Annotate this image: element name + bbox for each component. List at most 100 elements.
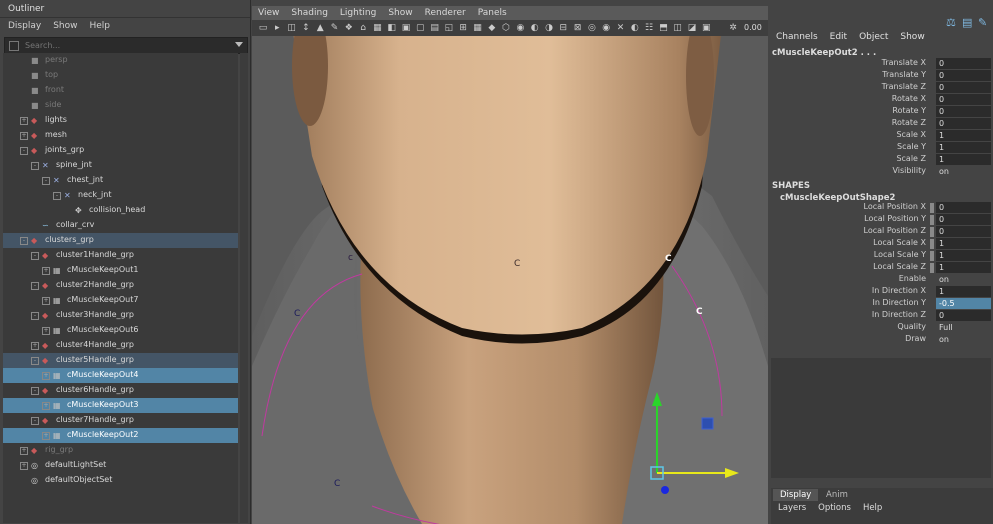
- outliner-item[interactable]: ■ front: [3, 83, 238, 98]
- outliner-menu-help[interactable]: Help: [89, 21, 110, 31]
- attribute-value-field[interactable]: -0.5: [936, 298, 991, 309]
- channels-menu[interactable]: Channels: [776, 32, 818, 42]
- viewport-tool-icon[interactable]: ▦: [473, 23, 483, 33]
- outliner-item[interactable]: - ◆ clusters_grp: [3, 233, 238, 248]
- expand-icon[interactable]: +: [42, 327, 50, 335]
- outliner-menu-show[interactable]: Show: [53, 21, 77, 31]
- outliner-item[interactable]: + ▦ cMuscleKeepOut3: [3, 398, 238, 413]
- viewport-tool-icon[interactable]: ▣: [401, 23, 411, 33]
- collapse-icon[interactable]: -: [31, 417, 39, 425]
- viewport-tool-icon[interactable]: ⊟: [558, 23, 568, 33]
- outliner-item[interactable]: + ◆ cluster4Handle_grp: [3, 338, 238, 353]
- attribute-value-field[interactable]: 0: [936, 106, 991, 117]
- help-menu[interactable]: Help: [863, 503, 882, 513]
- viewport-tool-icon[interactable]: ◧: [387, 23, 397, 33]
- attribute-row[interactable]: Rotate Z 0: [770, 118, 991, 130]
- viewport-menu-renderer[interactable]: Renderer: [425, 8, 466, 18]
- outliner-item[interactable]: + ◎ defaultLightSet: [3, 458, 238, 473]
- attribute-row[interactable]: Quality Full: [770, 322, 990, 334]
- drag-grip-icon[interactable]: [9, 41, 19, 51]
- attribute-value-field[interactable]: 0: [936, 94, 991, 105]
- outliner-item[interactable]: - ◆ cluster5Handle_grp: [3, 353, 238, 368]
- viewport-menu-show[interactable]: Show: [388, 8, 412, 18]
- viewport-tool-icon[interactable]: ◐: [530, 23, 540, 33]
- options-menu[interactable]: Options: [818, 503, 851, 513]
- expand-icon[interactable]: +: [20, 447, 28, 455]
- expand-icon[interactable]: +: [42, 267, 50, 275]
- outliner-item[interactable]: + ▦ cMuscleKeepOut2: [3, 428, 238, 443]
- attribute-value-field[interactable]: 0: [936, 70, 991, 81]
- attribute-row[interactable]: Local Position X 0: [770, 202, 991, 214]
- attribute-value-field[interactable]: 1: [936, 142, 991, 153]
- attribute-value-field[interactable]: 0: [936, 82, 991, 93]
- outliner-item[interactable]: + ◆ mesh: [3, 128, 238, 143]
- viewport-tool-icon[interactable]: ◱: [444, 23, 454, 33]
- collapse-icon[interactable]: -: [31, 357, 39, 365]
- viewport-tool-icon[interactable]: ▣: [701, 23, 711, 33]
- tool-settings-icon[interactable]: ✎: [978, 16, 987, 29]
- outliner-item[interactable]: - ✕ neck_jnt: [3, 188, 238, 203]
- viewport-tool-icon[interactable]: ⬒: [658, 23, 668, 33]
- attribute-value-field[interactable]: 0: [936, 214, 991, 225]
- viewport-tool-icon[interactable]: ◑: [544, 23, 554, 33]
- collapse-icon[interactable]: -: [53, 192, 61, 200]
- outliner-item[interactable]: - ◆ cluster3Handle_grp: [3, 308, 238, 323]
- outliner-item[interactable]: - ◆ cluster6Handle_grp: [3, 383, 238, 398]
- attribute-row[interactable]: Rotate X 0: [770, 94, 991, 106]
- attribute-value-field[interactable]: 0: [936, 118, 991, 129]
- attribute-row[interactable]: Draw on: [770, 334, 990, 346]
- viewport-tool-icon[interactable]: ↕: [301, 23, 311, 33]
- outliner-item[interactable]: - ◆ cluster2Handle_grp: [3, 278, 238, 293]
- attribute-value-field[interactable]: 0: [936, 226, 991, 237]
- outliner-item[interactable]: + ▦ cMuscleKeepOut7: [3, 293, 238, 308]
- collapse-icon[interactable]: -: [31, 387, 39, 395]
- outliner-item[interactable]: - ◆ cluster7Handle_grp: [3, 413, 238, 428]
- viewport-menu-lighting[interactable]: Lighting: [340, 8, 376, 18]
- outliner-item[interactable]: + ▦ cMuscleKeepOut1: [3, 263, 238, 278]
- attribute-value-field[interactable]: 0: [936, 310, 991, 321]
- attribute-row[interactable]: Rotate Y 0: [770, 106, 991, 118]
- attribute-value-field[interactable]: Full: [936, 322, 991, 333]
- collapse-icon[interactable]: -: [20, 147, 28, 155]
- attribute-row[interactable]: Local Position Y 0: [770, 214, 991, 226]
- viewport-tool-icon[interactable]: ▢: [415, 23, 425, 33]
- viewport-tool-icon[interactable]: ▦: [372, 23, 382, 33]
- edit-menu[interactable]: Edit: [830, 32, 847, 42]
- viewport-tool-icon[interactable]: ▭: [258, 23, 268, 33]
- attribute-row[interactable]: In Direction X 1: [770, 286, 991, 298]
- viewport-tool-icon[interactable]: ⊞: [458, 23, 468, 33]
- collapse-icon[interactable]: -: [31, 162, 39, 170]
- channel-box-icon[interactable]: ⚖: [946, 16, 956, 29]
- object-menu[interactable]: Object: [859, 32, 888, 42]
- viewport-scene[interactable]: c C C C C C: [252, 36, 768, 524]
- collapse-icon[interactable]: -: [42, 177, 50, 185]
- attribute-row[interactable]: Visibility on: [770, 166, 990, 178]
- outliner-item[interactable]: ✥ collision_head: [3, 203, 238, 218]
- viewport-tool-icon[interactable]: ◫: [673, 23, 683, 33]
- attribute-row[interactable]: Local Position Z 0: [770, 226, 991, 238]
- attribute-row[interactable]: Local Scale Z 1: [770, 262, 991, 274]
- outliner-item[interactable]: - ◆ joints_grp: [3, 143, 238, 158]
- attribute-row[interactable]: Enable on: [770, 274, 990, 286]
- outliner-item[interactable]: ■ persp: [3, 53, 238, 68]
- expand-icon[interactable]: +: [42, 297, 50, 305]
- viewport-tool-icon[interactable]: ▸: [272, 23, 282, 33]
- viewport-tool-icon[interactable]: ◉: [515, 23, 525, 33]
- viewport-tool-icon[interactable]: ▤: [430, 23, 440, 33]
- attribute-value-field[interactable]: 1: [936, 238, 991, 249]
- viewport-menu-shading[interactable]: Shading: [291, 8, 328, 18]
- attribute-value-field[interactable]: on: [936, 274, 991, 285]
- attribute-value-field[interactable]: on: [936, 166, 991, 177]
- viewport-tool-icon[interactable]: ◐: [630, 23, 640, 33]
- viewport-tool-icon[interactable]: ◆: [487, 23, 497, 33]
- tab-anim[interactable]: Anim: [819, 489, 855, 501]
- attribute-value-field[interactable]: 1: [936, 130, 991, 141]
- attribute-editor-icon[interactable]: ▤: [962, 16, 972, 29]
- outliner-item[interactable]: + ◆ lights: [3, 113, 238, 128]
- attribute-value-field[interactable]: 1: [936, 286, 991, 297]
- show-menu[interactable]: Show: [900, 32, 924, 42]
- outliner-item[interactable]: + ▦ cMuscleKeepOut4: [3, 368, 238, 383]
- outliner-item[interactable]: ◎ defaultObjectSet: [3, 473, 238, 488]
- expand-icon[interactable]: +: [20, 462, 28, 470]
- tab-display[interactable]: Display: [773, 489, 819, 501]
